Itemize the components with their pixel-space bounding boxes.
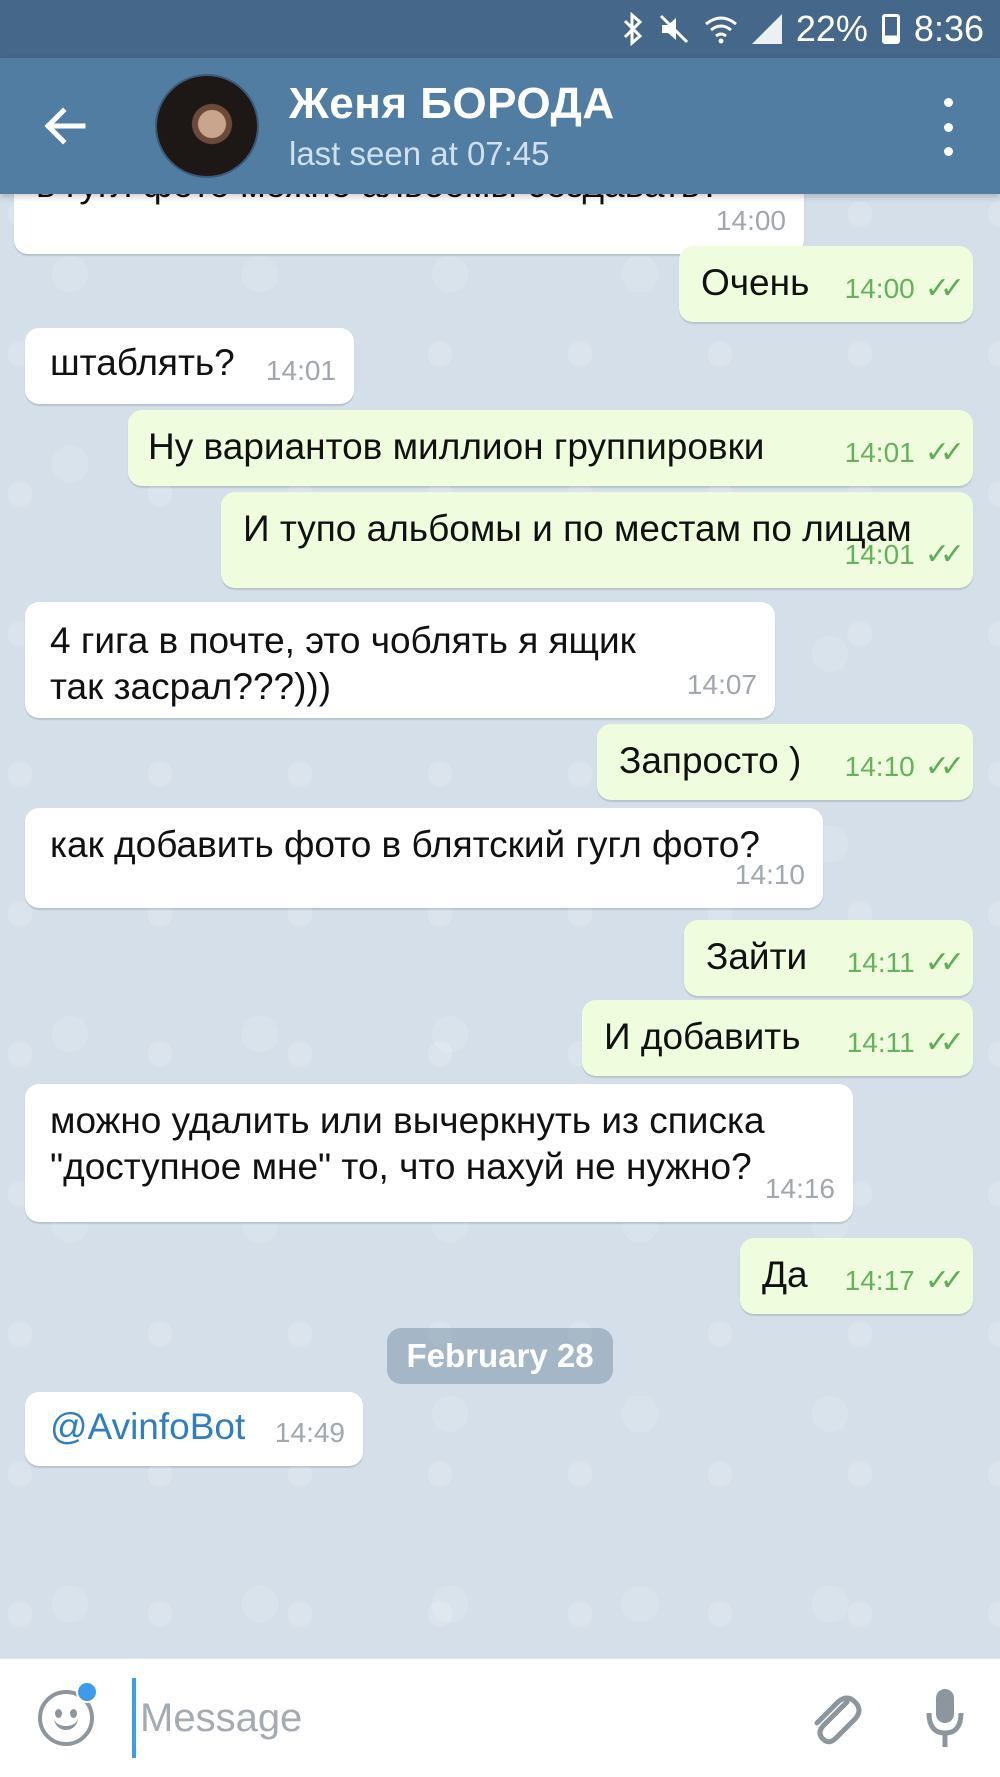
message-time: 14:10 (844, 751, 915, 782)
message-bubble-outgoing[interactable]: И тупо альбомы и по местам по лицам 14:0… (221, 492, 973, 588)
message-text: 4 гига в почте, это чоблять я ящик так з… (50, 620, 636, 707)
message-text: Очень (701, 262, 810, 303)
menu-dots-icon[interactable] (936, 92, 960, 162)
notification-dot (76, 1680, 98, 1703)
message-time: 14:11 (846, 947, 915, 978)
message-time: 14:00 (844, 273, 915, 304)
message-time: 14:17 (844, 1265, 915, 1296)
message-time: 14:01 (265, 355, 336, 386)
status-bar: 22% 8:36 (0, 0, 1000, 58)
wifi-icon (704, 14, 738, 44)
message-text: И тупо альбомы и по местам по лицам (243, 508, 912, 549)
message-time: 14:00 (715, 205, 786, 236)
message-text: И добавить (604, 1016, 801, 1057)
double-check-icon: ✓✓ (924, 946, 965, 979)
double-check-icon: ✓✓ (924, 1026, 965, 1059)
message-bubble-outgoing[interactable]: Запросто ) 14:10 ✓✓ (597, 724, 973, 800)
double-check-icon: ✓✓ (924, 538, 965, 571)
message-text: штаблять? (50, 342, 235, 383)
message-time: 14:01 (844, 539, 915, 570)
message-bubble-outgoing[interactable]: И добавить 14:11 ✓✓ (582, 1000, 973, 1076)
back-arrow-icon (44, 107, 86, 145)
message-text: Зайти (706, 936, 808, 977)
message-text: Запросто ) (619, 740, 802, 781)
mic-button[interactable] (890, 1659, 1000, 1777)
message-time: 14:16 (764, 1173, 835, 1204)
message-bubble-outgoing[interactable]: Ну вариантов миллион группировки 14:01 ✓✓ (128, 410, 973, 486)
back-button[interactable] (0, 58, 130, 194)
battery-icon (881, 14, 900, 44)
mic-icon (926, 1689, 964, 1747)
message-text: Ну вариантов миллион группировки (148, 426, 765, 467)
message-bubble-incoming[interactable]: штаблять? 14:01 (25, 328, 354, 404)
last-seen-status: last seen at 07:45 (289, 135, 550, 172)
message-text: как добавить фото в блятский гугл фото? (50, 824, 760, 865)
contact-name: Женя БОРОДА (289, 79, 615, 128)
message-time: 14:01 (844, 437, 915, 468)
chat-header: Женя БОРОДА last seen at 07:45 (0, 58, 1000, 194)
message-time: 14:11 (846, 1027, 915, 1058)
message-bubble-incoming[interactable]: @AvinfoBot 14:49 (25, 1392, 363, 1466)
bot-mention-link[interactable]: @AvinfoBot (50, 1406, 245, 1447)
message-bubble-outgoing[interactable]: Очень 14:00 ✓✓ (679, 246, 973, 322)
message-list[interactable]: в гугл фото можно альбомы создавать? 14:… (0, 194, 1000, 1658)
attach-button[interactable] (780, 1659, 890, 1777)
message-time: 14:10 (734, 859, 805, 890)
bluetooth-icon (622, 12, 644, 46)
contact-info[interactable]: Женя БОРОДА last seen at 07:45 (289, 79, 615, 173)
double-check-icon: ✓✓ (924, 1264, 965, 1297)
message-bubble-incoming[interactable]: в гугл фото можно альбомы создавать? 14:… (14, 194, 804, 254)
message-bubble-incoming[interactable]: можно удалить или вычеркнуть из списка "… (25, 1084, 853, 1222)
message-bubble-incoming[interactable]: 4 гига в почте, это чоблять я ящик так з… (25, 602, 775, 718)
message-bubble-incoming[interactable]: как добавить фото в блятский гугл фото? … (25, 808, 823, 908)
double-check-icon: ✓✓ (924, 272, 965, 305)
message-time: 14:49 (274, 1417, 345, 1448)
signal-icon (751, 14, 782, 44)
date-separator: February 28 (387, 1328, 613, 1384)
message-text: в гугл фото можно альбомы создавать? (36, 194, 720, 205)
message-text: можно удалить или вычеркнуть из списка "… (50, 1100, 765, 1187)
contact-avatar[interactable] (155, 74, 259, 178)
attach-icon (814, 1695, 862, 1745)
message-bubble-outgoing[interactable]: Зайти 14:11 ✓✓ (684, 920, 973, 996)
message-input[interactable] (132, 1678, 780, 1758)
message-time: 14:07 (686, 669, 757, 700)
double-check-icon: ✓✓ (924, 436, 965, 469)
double-check-icon: ✓✓ (924, 750, 965, 783)
message-composer (0, 1658, 1000, 1777)
emoji-button[interactable] (0, 1659, 132, 1777)
battery-percent: 22% (795, 8, 868, 49)
clock: 8:36 (913, 8, 984, 49)
message-bubble-outgoing[interactable]: Да 14:17 ✓✓ (740, 1238, 973, 1314)
mute-icon (658, 13, 690, 45)
message-text: Да (762, 1254, 808, 1295)
